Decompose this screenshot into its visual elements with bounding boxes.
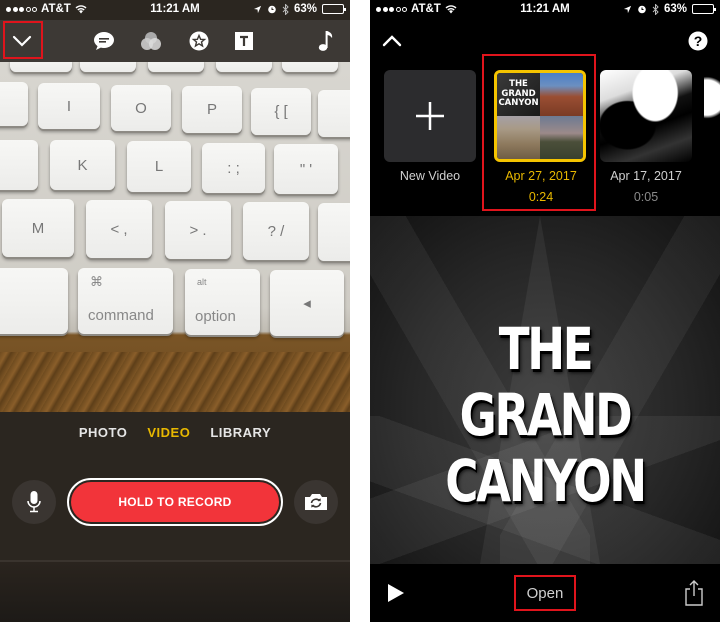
record-button-ring: HOLD TO RECORD <box>67 478 283 526</box>
highlight-box <box>514 575 576 611</box>
key-command: ⌘ command <box>78 268 173 334</box>
share-button[interactable] <box>676 572 712 614</box>
battery-icon <box>692 4 716 14</box>
mode-selector: PHOTO VIDEO LIBRARY <box>0 425 350 440</box>
camera-flip-icon <box>305 494 327 510</box>
video-preview[interactable]: THE GRAND CANYON <box>370 216 720 564</box>
projects-screen: AT&T 11:21 AM 63% ? New Video THE GRAND C… <box>370 0 720 622</box>
microphone-icon <box>27 491 41 513</box>
key-slash: ? / <box>243 202 309 260</box>
battery-percent: 63% <box>293 3 317 15</box>
share-icon <box>685 580 703 606</box>
mode-library[interactable]: LIBRARY <box>210 425 271 440</box>
alt-label: alt <box>197 277 207 287</box>
key-l: L <box>127 141 191 192</box>
star-sticker-icon[interactable] <box>181 20 217 62</box>
microphone-button[interactable] <box>12 480 56 524</box>
mode-photo[interactable]: PHOTO <box>79 425 128 440</box>
bluetooth-icon <box>652 3 659 15</box>
status-right: 63% <box>253 3 346 15</box>
help-button[interactable]: ? <box>680 20 716 62</box>
bottom-area <box>0 562 350 622</box>
battery-percent: 63% <box>663 3 687 15</box>
key-option: alt option <box>185 269 260 335</box>
filters-icon[interactable] <box>133 20 169 62</box>
status-bar: AT&T 11:21 AM 63% <box>0 0 350 20</box>
play-icon <box>388 584 404 602</box>
camera-viewfinder[interactable]: I O P { [ K L : ; " ' M < , > . ? / ⌘ co… <box>0 62 350 412</box>
key-p: P <box>182 86 242 133</box>
project-thumb-apr17[interactable] <box>600 70 692 162</box>
svg-text:?: ? <box>694 33 703 49</box>
preview-title-line1: THE GRAND <box>459 315 633 449</box>
speech-bubble-icon[interactable] <box>86 20 122 62</box>
project-duration-apr17: 0:05 <box>633 190 659 204</box>
command-label: command <box>88 307 154 324</box>
plus-icon <box>416 102 444 130</box>
project-thumb-partial[interactable] <box>704 70 720 162</box>
preview-title: THE GRAND CANYON <box>409 316 682 514</box>
key-arrow: ◂ <box>270 270 344 336</box>
bottom-toolbar: Open <box>370 564 720 622</box>
music-note-icon[interactable] <box>308 20 344 62</box>
highlight-box <box>482 54 596 211</box>
battery-icon <box>322 4 346 14</box>
new-video-label: New Video <box>399 169 461 183</box>
preview-title-line2: CANYON <box>445 447 647 515</box>
key-semicolon: : ; <box>202 143 265 193</box>
key-quote: " ' <box>274 144 338 194</box>
key-comma: < , <box>86 200 152 258</box>
location-icon <box>253 5 262 13</box>
alarm-icon <box>638 5 646 14</box>
new-video-tile[interactable] <box>384 70 476 162</box>
key-o: O <box>111 85 171 131</box>
play-button[interactable] <box>378 572 414 614</box>
switch-camera-button[interactable] <box>294 480 338 524</box>
bluetooth-icon <box>282 3 289 15</box>
location-icon <box>623 5 632 13</box>
highlight-box <box>3 21 43 59</box>
key-k: K <box>50 140 115 190</box>
project-date-apr17: Apr 17, 2017 <box>610 169 682 183</box>
option-label: option <box>195 308 236 325</box>
key-m: M <box>2 199 74 257</box>
text-icon[interactable] <box>226 20 262 62</box>
help-icon: ? <box>688 31 708 51</box>
wood-table <box>0 352 350 412</box>
alarm-icon <box>268 5 276 14</box>
status-right: 63% <box>623 3 716 15</box>
mode-video[interactable]: VIDEO <box>147 425 190 440</box>
status-bar: AT&T 11:21 AM 63% <box>370 0 720 20</box>
camera-screen: AT&T 11:21 AM 63% I O P {[K L: ; " ' … <box>0 0 350 622</box>
hold-to-record-button[interactable]: HOLD TO RECORD <box>71 482 279 522</box>
camera-toolbar <box>0 20 350 62</box>
chevron-up-icon[interactable] <box>374 20 410 62</box>
key-bracket: { [ <box>251 88 311 135</box>
key-i: I <box>38 83 100 129</box>
key-period: > . <box>165 201 231 259</box>
command-symbol: ⌘ <box>90 274 103 289</box>
